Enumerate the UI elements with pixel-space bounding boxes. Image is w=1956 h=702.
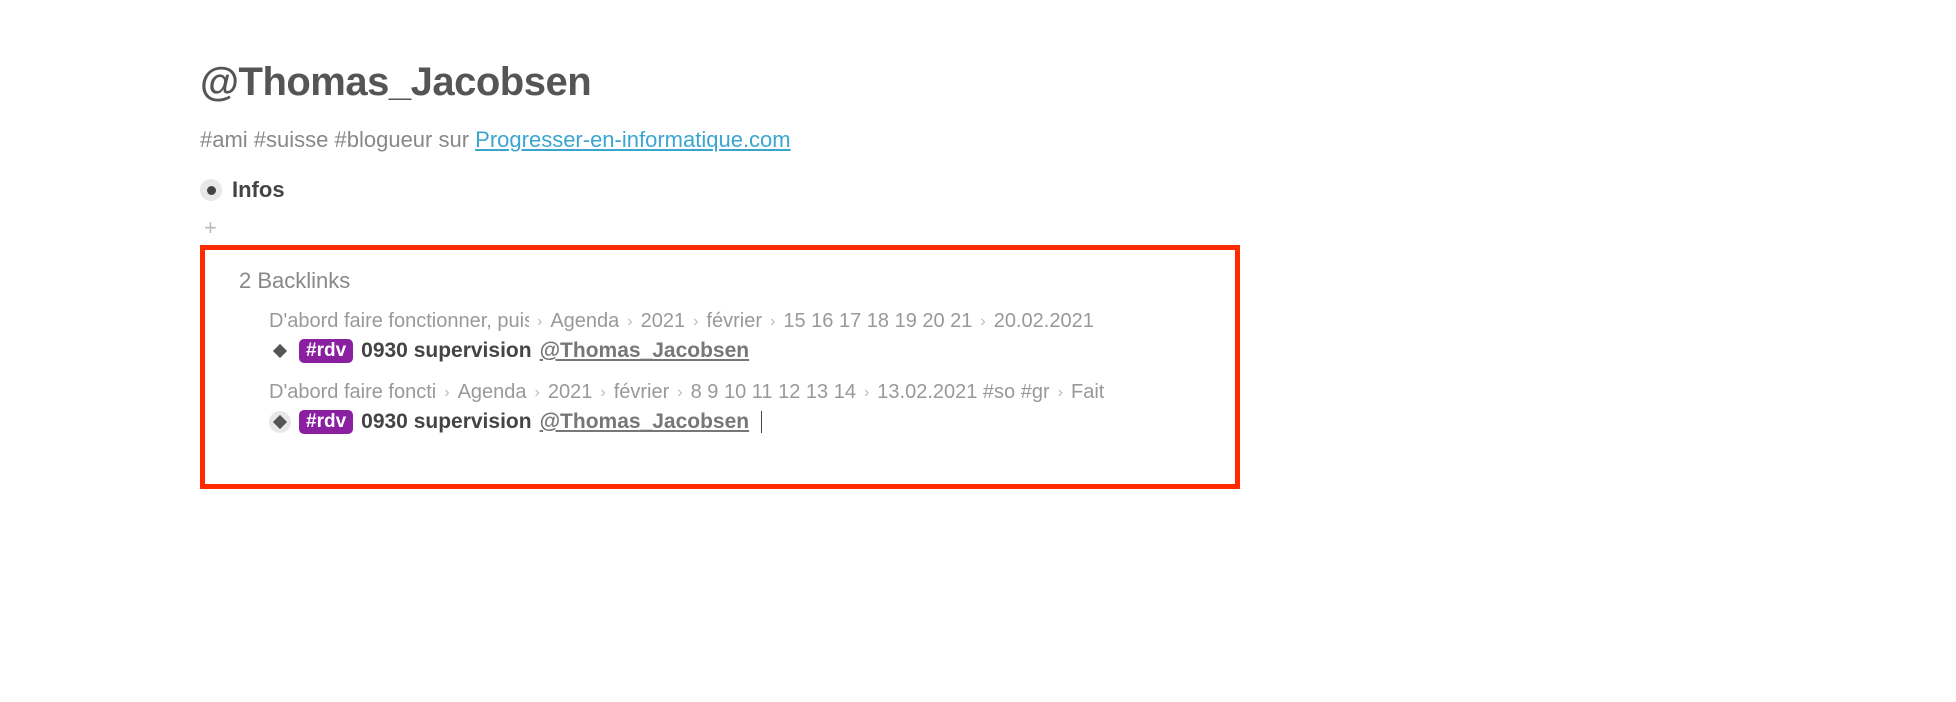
backlinks-header: 2 Backlinks bbox=[239, 268, 1211, 294]
text-cursor bbox=[761, 411, 762, 433]
page-subtitle: #ami #suisse #blogueur sur Progresser-en… bbox=[200, 127, 1956, 153]
bullet-icon bbox=[200, 179, 222, 201]
chevron-right-icon: › bbox=[864, 384, 869, 402]
breadcrumb-item[interactable]: février bbox=[614, 381, 670, 404]
infos-bullet-row[interactable]: Infos bbox=[200, 177, 1956, 203]
diamond-bullet-icon bbox=[269, 411, 291, 433]
chevron-right-icon: › bbox=[770, 313, 775, 331]
add-node-button[interactable]: + bbox=[200, 217, 1956, 239]
backlink-entry: D'abord faire fonctionner, puis › Agenda… bbox=[269, 310, 1211, 363]
mention-link[interactable]: @Thomas_Jacobsen bbox=[540, 410, 750, 434]
breadcrumb-item[interactable]: 20.02.2021 bbox=[994, 310, 1094, 333]
breadcrumb-item[interactable]: D'abord faire foncti bbox=[269, 381, 436, 404]
rdv-tag[interactable]: #rdv bbox=[299, 339, 353, 363]
breadcrumb: D'abord faire fonctionner, puis › Agenda… bbox=[269, 310, 1211, 333]
chevron-right-icon: › bbox=[537, 313, 542, 331]
chevron-right-icon: › bbox=[693, 313, 698, 331]
breadcrumb-item[interactable]: D'abord faire fonctionner, puis bbox=[269, 310, 529, 333]
breadcrumb: D'abord faire foncti › Agenda › 2021 › f… bbox=[269, 381, 1211, 404]
backlink-entry: D'abord faire foncti › Agenda › 2021 › f… bbox=[269, 381, 1211, 434]
backlink-text: 0930 supervision bbox=[361, 339, 531, 363]
page-title: @Thomas_Jacobsen bbox=[200, 60, 1956, 105]
rdv-tag[interactable]: #rdv bbox=[299, 410, 353, 434]
breadcrumb-item[interactable]: Agenda bbox=[550, 310, 619, 333]
breadcrumb-item[interactable]: Fait bbox=[1071, 381, 1104, 404]
chevron-right-icon: › bbox=[627, 313, 632, 331]
breadcrumb-item[interactable]: 15 16 17 18 19 20 21 bbox=[783, 310, 972, 333]
chevron-right-icon: › bbox=[444, 384, 449, 402]
mention-link[interactable]: @Thomas_Jacobsen bbox=[540, 339, 750, 363]
diamond-bullet-icon bbox=[269, 340, 291, 362]
breadcrumb-item[interactable]: 2021 bbox=[548, 381, 593, 404]
backlink-line[interactable]: #rdv 0930 supervision @Thomas_Jacobsen bbox=[269, 339, 1211, 363]
infos-label: Infos bbox=[232, 177, 285, 203]
subtitle-tags: #ami #suisse #blogueur sur bbox=[200, 127, 475, 152]
backlinks-panel: 2 Backlinks D'abord faire fonctionner, p… bbox=[200, 245, 1240, 489]
breadcrumb-item[interactable]: 8 9 10 11 12 13 14 bbox=[691, 381, 856, 404]
chevron-right-icon: › bbox=[677, 384, 682, 402]
chevron-right-icon: › bbox=[600, 384, 605, 402]
chevron-right-icon: › bbox=[1058, 384, 1063, 402]
chevron-right-icon: › bbox=[980, 313, 985, 331]
backlink-line[interactable]: #rdv 0930 supervision @Thomas_Jacobsen bbox=[269, 410, 1211, 434]
breadcrumb-item[interactable]: 13.02.2021 #so #gr bbox=[877, 381, 1049, 404]
breadcrumb-item[interactable]: février bbox=[706, 310, 762, 333]
breadcrumb-item[interactable]: 2021 bbox=[641, 310, 686, 333]
breadcrumb-item[interactable]: Agenda bbox=[458, 381, 527, 404]
subtitle-link[interactable]: Progresser-en-informatique.com bbox=[475, 127, 790, 152]
backlink-text: 0930 supervision bbox=[361, 410, 531, 434]
chevron-right-icon: › bbox=[535, 384, 540, 402]
